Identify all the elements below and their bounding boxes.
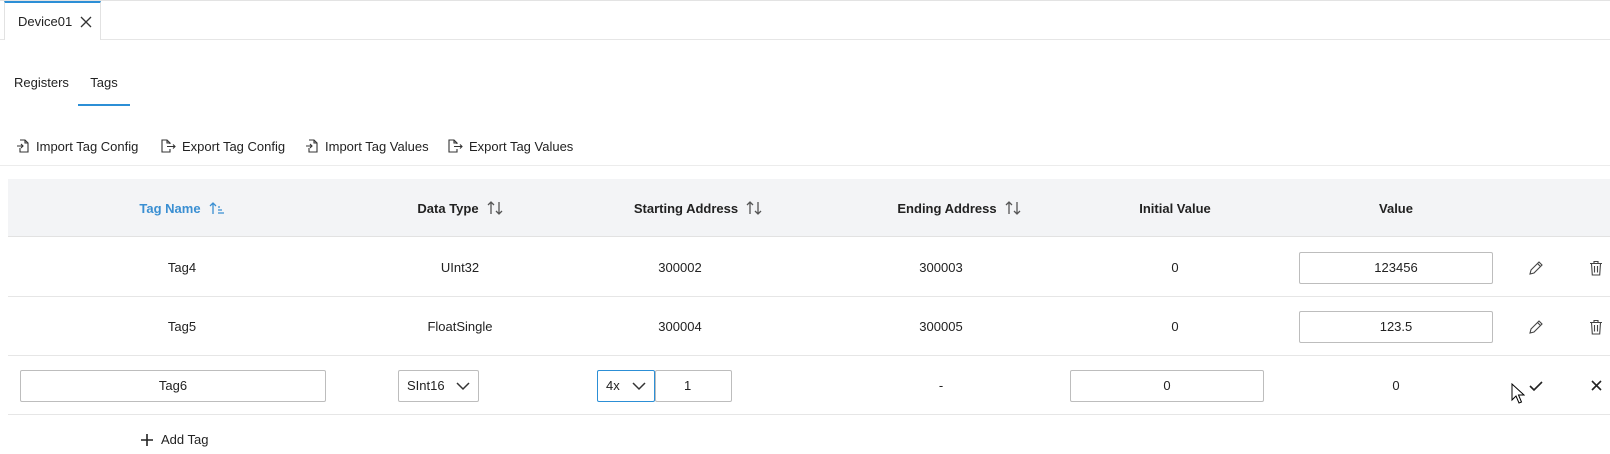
cell-value: 0	[1392, 378, 1400, 393]
header-data-type[interactable]: Data Type	[350, 179, 570, 237]
cell-initial-value: 0	[1070, 356, 1264, 415]
tab-registers[interactable]: Registers	[14, 66, 69, 106]
chevron-down-icon	[456, 381, 470, 390]
initial-value-input[interactable]: 0	[1070, 369, 1264, 402]
import-tag-values-button[interactable]: Import Tag Values	[306, 135, 429, 157]
close-icon[interactable]	[1586, 376, 1606, 396]
add-tag-button[interactable]: Add Tag	[141, 432, 208, 447]
header-initial-value: Initial Value	[1072, 179, 1278, 237]
header-data-type-label: Data Type	[417, 200, 479, 216]
sort-icon	[487, 201, 503, 215]
header-ending-address-label: Ending Address	[897, 200, 997, 216]
cell-delete	[1583, 238, 1609, 297]
sort-icon	[1005, 201, 1021, 215]
chevron-down-icon	[632, 381, 646, 390]
file-import-icon	[17, 139, 29, 153]
toolbar: Import Tag Config Export Tag Config Impo…	[0, 130, 1610, 166]
document-tab-label: Device01	[18, 14, 73, 29]
cell-tag-name: Tag4	[167, 260, 197, 275]
close-icon[interactable]	[79, 15, 93, 29]
tab-registers-label: Registers	[14, 75, 69, 90]
trash-icon[interactable]	[1586, 317, 1606, 337]
tab-tags-label: Tags	[90, 75, 118, 90]
header-tag-name-label: Tag Name	[139, 200, 201, 216]
header-initial-value-label: Initial Value	[1139, 200, 1211, 216]
cell-delete	[1583, 297, 1609, 356]
header-ending-address[interactable]: Ending Address	[826, 179, 1092, 237]
table-row: Tag4 UInt32 300002 300003 0 123456	[8, 238, 1610, 297]
address-prefix-value: 4x	[606, 378, 620, 393]
cell-value: 123.5	[1291, 297, 1501, 356]
file-export-icon	[448, 139, 463, 153]
import-tag-config-label: Import Tag Config	[36, 138, 139, 154]
cell-edit	[1521, 297, 1551, 356]
export-tag-config-button[interactable]: Export Tag Config	[161, 135, 285, 157]
table-row-editing: Tag6 SInt16 4x 1 - 0 0	[8, 356, 1610, 415]
header-starting-address-label: Starting Address	[633, 200, 739, 216]
cell-tag-name: Tag6	[20, 356, 326, 415]
import-tag-values-label: Import Tag Values	[325, 138, 429, 154]
table-row: Tag5 FloatSingle 300004 300005 0 123.5	[8, 297, 1610, 356]
checkmark-icon[interactable]	[1526, 376, 1546, 396]
mouse-cursor-icon	[1511, 383, 1525, 404]
cell-data-type: SInt16	[398, 356, 479, 415]
export-tag-values-label: Export Tag Values	[469, 138, 574, 154]
sort-icon	[746, 201, 762, 215]
document-tab[interactable]: Device01	[4, 1, 101, 40]
document-tab-bar: Device01	[0, 0, 1610, 40]
address-offset-input[interactable]: 1	[655, 369, 732, 402]
cell-initial-value: 0	[1171, 319, 1179, 334]
export-tag-config-label: Export Tag Config	[182, 138, 286, 154]
plus-icon	[141, 433, 153, 446]
pencil-icon[interactable]	[1526, 258, 1546, 278]
value-input[interactable]: 123.5	[1299, 310, 1493, 343]
cell-ending-address: -	[938, 378, 944, 393]
header-value: Value	[1291, 179, 1501, 237]
cell-starting-address: 300002	[658, 260, 702, 275]
import-tag-config-button[interactable]: Import Tag Config	[17, 135, 138, 157]
data-type-select[interactable]: SInt16	[398, 369, 479, 402]
export-tag-values-button[interactable]: Export Tag Values	[448, 135, 573, 157]
cell-ending-address: 300005	[919, 319, 963, 334]
header-value-label: Value	[1379, 200, 1413, 216]
tags-table: Tag Name Data Type Starting Address Endi…	[8, 179, 1610, 415]
cell-initial-value: 0	[1171, 260, 1179, 275]
cell-confirm	[1521, 356, 1551, 415]
file-import-icon	[306, 139, 318, 153]
cell-tag-name: Tag5	[167, 319, 197, 334]
cell-edit	[1521, 238, 1551, 297]
data-type-select-value: SInt16	[407, 378, 445, 393]
cell-address-offset: 1	[655, 356, 732, 415]
cell-ending-address: 300003	[919, 260, 963, 275]
file-export-icon	[161, 139, 176, 153]
header-tag-name[interactable]: Tag Name	[14, 179, 350, 237]
cell-data-type: FloatSingle	[427, 319, 493, 334]
table-header: Tag Name Data Type Starting Address Endi…	[8, 179, 1610, 237]
add-tag-label: Add Tag	[161, 432, 209, 447]
pencil-icon[interactable]	[1526, 317, 1546, 337]
sort-ascending-icon	[209, 202, 224, 214]
cell-cancel	[1583, 356, 1609, 415]
trash-icon[interactable]	[1586, 258, 1606, 278]
cell-address-prefix: 4x	[597, 356, 655, 415]
value-input[interactable]: 123456	[1299, 251, 1493, 284]
address-prefix-select[interactable]: 4x	[597, 369, 655, 402]
tab-tags[interactable]: Tags	[78, 66, 130, 106]
header-starting-address[interactable]: Starting Address	[570, 179, 826, 237]
cell-data-type: UInt32	[440, 260, 480, 275]
cell-starting-address: 300004	[658, 319, 702, 334]
cell-value: 123456	[1291, 238, 1501, 297]
tag-name-input[interactable]: Tag6	[20, 369, 326, 402]
